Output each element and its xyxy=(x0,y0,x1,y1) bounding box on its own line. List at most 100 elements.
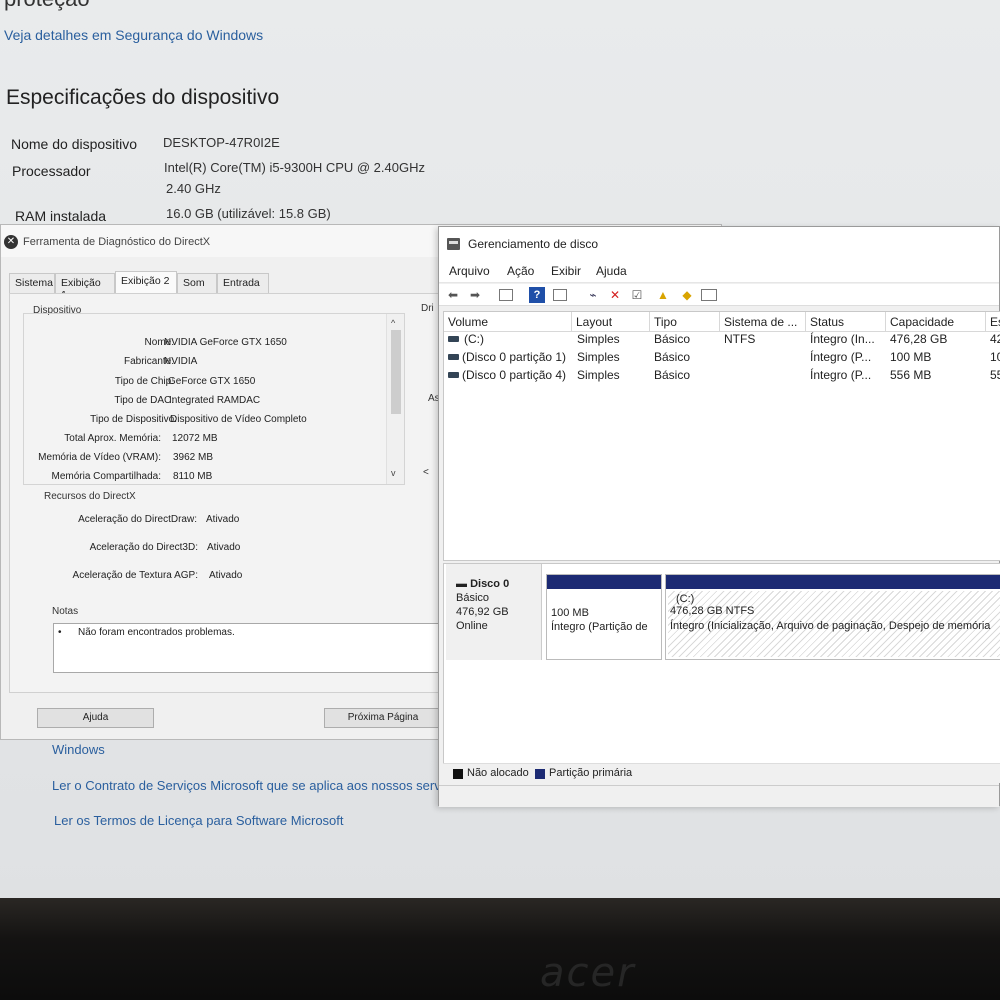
device-name-label: Nome: xyxy=(144,337,174,348)
processor-speed-value: 2.40 GHz xyxy=(166,181,221,196)
notes-text: Não foram encontrados problemas. xyxy=(78,627,235,638)
volume-name: (C:) xyxy=(464,332,484,346)
volume-name: (Disco 0 partição 4) xyxy=(462,368,567,382)
view-pane-icon[interactable] xyxy=(553,289,567,301)
dac-type-label: Tipo de DAC: xyxy=(114,395,174,406)
col-status[interactable]: Status xyxy=(806,312,886,332)
volume-capacity: 556 MB xyxy=(890,368,932,382)
volume-status: Íntegro (P... xyxy=(810,350,872,364)
delete-icon[interactable]: ✕ xyxy=(607,287,623,303)
menu-acao[interactable]: Ação xyxy=(507,264,534,278)
disk-menubar: Arquivo Ação Exibir Ajuda xyxy=(439,261,999,283)
partition-1-block[interactable]: 100 MB Íntegro (Partição de xyxy=(546,574,662,660)
agp-texture-accel-label: Aceleração de Textura AGP: xyxy=(72,570,198,581)
volume-fs: NTFS xyxy=(724,332,756,346)
scroll-thumb[interactable] xyxy=(391,330,401,414)
tab-som[interactable]: Som xyxy=(177,273,217,293)
volume-list[interactable]: Volume Layout Tipo Sistema de ... Status… xyxy=(443,311,1000,561)
volume-icon xyxy=(448,336,459,342)
section-title-cut: proteção xyxy=(4,0,90,12)
disk-statusbar xyxy=(439,785,999,807)
disk-0-name: ▬ Disco 0 xyxy=(456,578,510,590)
scroll-down-icon[interactable]: v xyxy=(391,468,396,478)
volume-status: Íntegro (P... xyxy=(810,368,872,382)
device-name-value: DESKTOP-47R0I2E xyxy=(163,135,280,150)
chip-type-label: Tipo de Chip: xyxy=(114,376,174,387)
disk-0-size: 476,92 GB xyxy=(456,606,509,618)
primary-partition-bar xyxy=(547,575,661,589)
volume-capacity: 100 MB xyxy=(890,350,932,364)
security-details-link[interactable]: Veja detalhes em Segurança do Windows xyxy=(4,27,263,43)
partition-1-status: Íntegro (Partição de xyxy=(551,621,648,633)
tab-exibicao-1[interactable]: Exibição 1 xyxy=(55,273,115,301)
volume-icon xyxy=(448,372,459,378)
legend-unallocated-label: Não alocado xyxy=(467,767,529,779)
license-terms-link[interactable]: Ler os Termos de Licença para Software M… xyxy=(54,813,344,828)
vram-label: Memória de Vídeo (VRAM): xyxy=(38,452,161,463)
scroll-left-icon[interactable]: < xyxy=(423,467,429,478)
disk-0-state: Online xyxy=(456,620,488,632)
dxdiag-title: Ferramenta de Diagnóstico do DirectX xyxy=(23,236,211,248)
col-espaco[interactable]: Es xyxy=(986,312,1000,332)
device-type-value: Dispositivo de Vídeo Completo xyxy=(170,414,307,425)
scroll-up-icon[interactable]: ^ xyxy=(391,318,395,328)
dac-type-value: Integrated RAMDAC xyxy=(169,395,261,406)
volume-icon xyxy=(448,354,459,360)
disk-toolbar: ⬅ ➡ ? ⌁ ✕ ☑ ▲ ◆ xyxy=(439,284,999,306)
list-view-icon[interactable] xyxy=(701,289,717,301)
processor-value: Intel(R) Core(TM) i5-9300H CPU @ 2.40GHz xyxy=(164,160,425,175)
services-agreement-link[interactable]: Ler o Contrato de Serviços Microsoft que… xyxy=(52,778,464,793)
folder-up-icon[interactable]: ▲ xyxy=(655,287,671,303)
disk-0-info[interactable]: ▬ Disco 0 Básico 476,92 GB Online xyxy=(446,564,542,660)
partition-c-block[interactable]: (C:) 476,28 GB NTFS Íntegro (Inicializaç… xyxy=(665,574,1000,660)
menu-ajuda[interactable]: Ajuda xyxy=(596,264,627,278)
direct3d-accel-value: Ativado xyxy=(207,542,241,553)
col-sistema[interactable]: Sistema de ... xyxy=(720,312,806,332)
volume-free: 55 xyxy=(990,368,1000,382)
legend-unallocated-swatch xyxy=(453,769,463,779)
col-tipo[interactable]: Tipo xyxy=(650,312,720,332)
device-list-scrollbar[interactable]: ^ v xyxy=(386,314,404,484)
notes-textbox[interactable]: • Não foram encontrados problemas. xyxy=(53,623,453,673)
menu-exibir[interactable]: Exibir xyxy=(551,264,581,278)
windows-section-label: Windows xyxy=(52,742,105,757)
tab-entrada[interactable]: Entrada xyxy=(217,273,269,293)
acer-logo: acer xyxy=(540,950,636,996)
next-page-button[interactable]: Próxima Página xyxy=(324,708,442,728)
forward-arrow-icon[interactable]: ➡ xyxy=(467,287,483,303)
volume-layout: Simples xyxy=(577,368,620,382)
chip-type-value: GeForce GTX 1650 xyxy=(168,376,256,387)
folder-search-icon[interactable]: ◆ xyxy=(679,287,695,303)
notes-bullet: • xyxy=(58,627,62,638)
menu-arquivo[interactable]: Arquivo xyxy=(449,264,490,278)
volume-type: Básico xyxy=(654,368,691,382)
direct3d-accel-label: Aceleração do Direct3D: xyxy=(89,542,198,553)
device-name-value: NVIDIA GeForce GTX 1650 xyxy=(164,337,287,348)
disk-titlebar[interactable]: Gerenciamento de disco xyxy=(439,227,999,261)
tab-sistema[interactable]: Sistema xyxy=(9,273,55,293)
volume-layout: Simples xyxy=(577,350,620,364)
tab-exibicao-2[interactable]: Exibição 2 xyxy=(115,271,177,293)
volume-layout: Simples xyxy=(577,332,620,346)
device-info-list[interactable]: Nome: NVIDIA GeForce GTX 1650 Fabricante… xyxy=(23,313,405,485)
help-icon[interactable]: ? xyxy=(529,287,545,303)
disk-0-kind: Básico xyxy=(456,592,490,604)
directx-x-icon: ✕ xyxy=(4,235,18,249)
properties-pane-icon[interactable] xyxy=(499,289,513,301)
disk-graphical-view[interactable]: ▬ Disco 0 Básico 476,92 GB Online 100 MB… xyxy=(443,563,1000,783)
notes-group-title: Notas xyxy=(50,606,81,617)
processor-label: Processador xyxy=(12,163,91,179)
shared-memory-label: Memória Compartilhada: xyxy=(51,471,162,482)
primary-partition-bar xyxy=(666,575,1000,589)
col-capacidade[interactable]: Capacidade xyxy=(886,312,986,332)
back-arrow-icon[interactable]: ⬅ xyxy=(445,287,461,303)
check-icon[interactable]: ☑ xyxy=(629,287,645,303)
partition-c-name: (C:) xyxy=(676,593,695,605)
total-memory-label: Total Aprox. Memória: xyxy=(64,433,161,444)
device-name-label: Nome do dispositivo xyxy=(11,136,138,152)
connect-icon[interactable]: ⌁ xyxy=(585,287,601,303)
col-layout[interactable]: Layout xyxy=(572,312,650,332)
help-button[interactable]: Ajuda xyxy=(37,708,154,728)
col-volume[interactable]: Volume xyxy=(444,312,572,332)
volume-free: 42 xyxy=(990,332,1000,346)
